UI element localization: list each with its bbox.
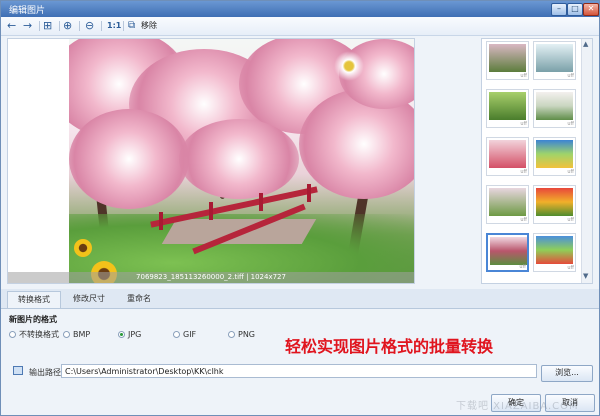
format-section-title: 新图片的格式: [9, 315, 57, 324]
back-arrow-icon[interactable]: ←: [7, 20, 16, 32]
image-preview[interactable]: 7069823_185113260000_2.tiff | 1024x727: [7, 38, 415, 284]
thumbnail-selected[interactable]: uff: [486, 233, 529, 272]
radio-dot[interactable]: [63, 331, 70, 338]
image-filename: 7069823_185113260000_2.tiff | 1024x727: [8, 272, 414, 283]
thumbnail[interactable]: uff: [533, 185, 576, 224]
minimize-button[interactable]: –: [551, 3, 567, 16]
thumbnail-list[interactable]: uff uff uff uff uff uff uff uff uff uff …: [481, 38, 593, 284]
toolbar-separator: [39, 21, 40, 31]
radio-gif[interactable]: GIF: [173, 330, 196, 340]
zoom-in-icon[interactable]: ⊕: [63, 20, 72, 32]
watermark: 下载吧 XIAZAIBA.COM: [456, 401, 579, 412]
toolbar-separator: [59, 21, 60, 31]
radio-png[interactable]: PNG: [228, 330, 255, 340]
fit-window-icon[interactable]: ⊞: [43, 20, 52, 32]
radio-keep-format[interactable]: 不转换格式: [9, 330, 59, 340]
thumbnail[interactable]: uff: [533, 89, 576, 128]
toolbar-separator: [79, 21, 80, 31]
options-tabs: 转换格式 修改尺寸 重命名: [1, 289, 599, 309]
remove-icon[interactable]: ⧉: [128, 20, 135, 32]
radio-jpg[interactable]: JPG: [118, 330, 141, 340]
toolbar: ← → ⊞ ⊕ ⊖ 1:1 ⧉ 移除: [1, 17, 599, 36]
thumbnail[interactable]: uff: [486, 41, 529, 80]
window-title: 编辑图片: [9, 6, 46, 16]
actual-size-icon[interactable]: 1:1: [107, 20, 121, 32]
output-path-input[interactable]: C:\Users\Administrator\Desktop\KK\clhk: [61, 364, 537, 378]
radio-dot[interactable]: [173, 331, 180, 338]
tab-convert-format[interactable]: 转换格式: [7, 291, 61, 308]
thumbnail[interactable]: uff: [486, 137, 529, 176]
preview-photo: [69, 39, 414, 283]
thumbnail[interactable]: uff: [486, 185, 529, 224]
tab-resize[interactable]: 修改尺寸: [63, 291, 115, 307]
folder-icon: [13, 366, 23, 375]
scroll-up-icon[interactable]: ▲: [583, 40, 588, 48]
scroll-down-icon[interactable]: ▼: [583, 272, 588, 280]
thumbnail[interactable]: uff: [486, 89, 529, 128]
close-button[interactable]: ✕: [583, 3, 599, 16]
radio-dot-selected[interactable]: [118, 331, 125, 338]
toolbar-separator: [123, 21, 124, 31]
radio-dot[interactable]: [228, 331, 235, 338]
thumbnail-scrollbar[interactable]: ▲ ▼: [581, 39, 592, 283]
promo-banner-text: 轻松实现图片格式的批量转换: [285, 337, 494, 356]
radio-dot[interactable]: [9, 331, 16, 338]
tab-rename[interactable]: 重命名: [117, 291, 161, 307]
edit-image-window: 编辑图片 – □ ✕ ← → ⊞ ⊕ ⊖ 1:1 ⧉ 移除 7069823_18…: [0, 0, 600, 416]
thumbnail[interactable]: uff: [533, 137, 576, 176]
output-path-label: 输出路径: [29, 368, 61, 377]
remove-button[interactable]: 移除: [141, 20, 157, 32]
radio-bmp[interactable]: BMP: [63, 330, 90, 340]
maximize-button[interactable]: □: [567, 3, 583, 16]
thumbnail[interactable]: uff: [533, 41, 576, 80]
zoom-out-icon[interactable]: ⊖: [85, 20, 94, 32]
thumbnail[interactable]: uff: [533, 233, 576, 272]
title-bar[interactable]: 编辑图片 – □ ✕: [1, 1, 599, 17]
browse-button[interactable]: 浏览...: [541, 365, 593, 382]
toolbar-separator: [101, 21, 102, 31]
forward-arrow-icon[interactable]: →: [23, 20, 32, 32]
